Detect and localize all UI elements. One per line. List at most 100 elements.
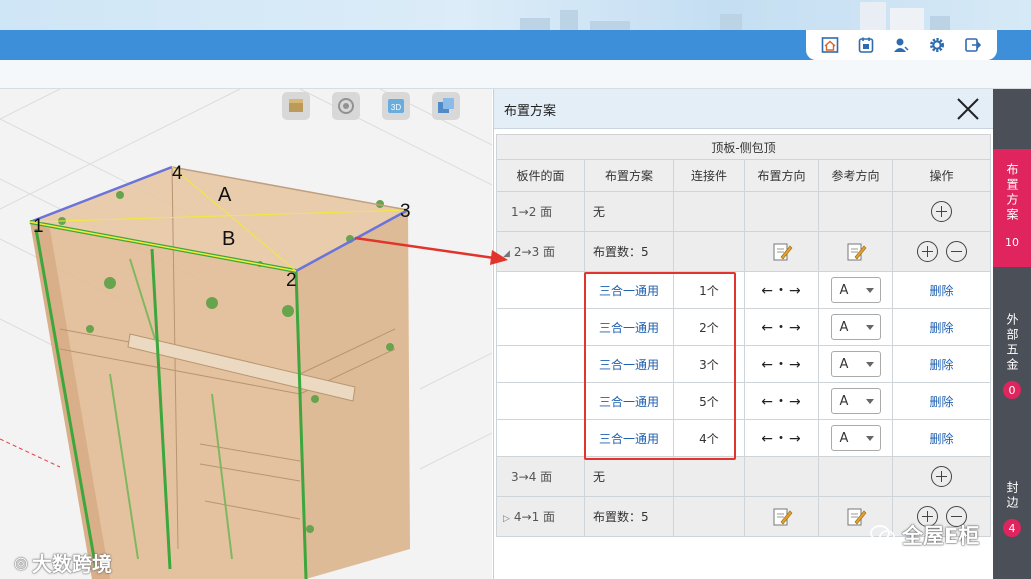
table-row: 三合一通用 2个 ←・→ A 删除 (496, 308, 991, 346)
edit-icon[interactable] (845, 506, 867, 528)
edge-label-a: A (218, 184, 232, 206)
home-icon[interactable] (819, 34, 841, 56)
edit-icon[interactable] (845, 241, 867, 263)
edge-label-b: B (222, 228, 235, 250)
delete-link[interactable]: 删除 (892, 419, 991, 457)
logout-icon[interactable] (962, 34, 984, 56)
col-header-reference: 参考方向 (818, 159, 893, 192)
reference-value: A (839, 430, 849, 446)
connector-scheme-link[interactable]: 三合一通用 (584, 345, 674, 383)
face-scheme: 无 (584, 456, 674, 497)
add-icon[interactable] (931, 201, 952, 222)
delete-link[interactable]: 删除 (892, 271, 991, 309)
reference-select[interactable]: A (830, 388, 881, 414)
user-icon[interactable] (890, 34, 912, 56)
face-label: 2→3 面 (513, 245, 556, 259)
delete-link[interactable]: 删除 (892, 382, 991, 420)
watermark-right: 全屋E柜 (870, 520, 979, 550)
reference-value: A (839, 393, 849, 409)
connector-scheme-link[interactable]: 三合一通用 (584, 308, 674, 346)
reference-select[interactable]: A (830, 277, 881, 303)
close-icon[interactable] (955, 96, 981, 122)
remove-icon[interactable] (945, 241, 967, 262)
sidebar-tab-layout-scheme[interactable]: 布置方案 10 (993, 149, 1031, 267)
3d-icon[interactable]: 3D (382, 92, 410, 120)
reference-select[interactable]: A (830, 351, 881, 377)
direction-arrows: ←・→ (761, 283, 802, 299)
dialog-title: 布置方案 (504, 104, 557, 119)
sub-header (0, 60, 1031, 89)
layers-icon[interactable] (432, 92, 460, 120)
face-label: 4→1 面 (513, 510, 556, 524)
add-icon[interactable] (916, 241, 938, 262)
target-icon[interactable] (332, 92, 360, 120)
connector-count: 5个 (673, 382, 745, 420)
sidebar-tab-label: 封边 (1005, 481, 1019, 511)
connector-scheme-link[interactable]: 三合一通用 (584, 419, 674, 457)
chevron-down-icon (865, 398, 874, 404)
point-label-3: 3 (400, 201, 411, 222)
direction-toggle[interactable]: ←・→ (744, 271, 819, 309)
direction-toggle[interactable]: ←・→ (744, 308, 819, 346)
reference-select[interactable]: A (830, 314, 881, 340)
cabinet-3d-scene: 1 4 3 2 A B (0, 89, 492, 579)
point-label-1: 1 (33, 216, 44, 237)
sidebar-tab-edge-banding[interactable]: 封边 4 (993, 481, 1031, 551)
col-header-connector: 连接件 (673, 159, 745, 192)
col-header-scheme: 布置方案 (584, 159, 674, 192)
connector-scheme-link[interactable]: 三合一通用 (584, 382, 674, 420)
scheme-table: 顶板-侧包顶 板件的面 布置方案 连接件 布置方向 参考方向 操作 1→2 面 … (496, 134, 991, 537)
direction-toggle[interactable]: ←・→ (744, 345, 819, 383)
count-badge: 4 (1003, 519, 1021, 537)
direction-toggle[interactable]: ←・→ (744, 382, 819, 420)
face-expander[interactable]: ◢ 2→3 面 (496, 231, 585, 272)
box-icon[interactable] (282, 92, 310, 120)
reference-value: A (839, 356, 849, 372)
table-caption: 顶板-侧包顶 (496, 134, 991, 160)
top-banner (0, 0, 1031, 30)
col-header-face: 板件的面 (496, 159, 585, 192)
edit-icon[interactable] (771, 506, 793, 528)
dialog-header: 布置方案 (494, 89, 993, 129)
scheme-table-container: 顶板-侧包顶 板件的面 布置方案 连接件 布置方向 参考方向 操作 1→2 面 … (496, 134, 991, 537)
face-label: 1→2 面 (496, 191, 585, 232)
add-icon[interactable] (931, 466, 952, 487)
svg-text:3D: 3D (391, 103, 401, 112)
table-row: 三合一通用 5个 ←・→ A 删除 (496, 382, 991, 420)
watermark-left: ◎ 大数跨境 (14, 548, 112, 577)
face-expander[interactable]: ▷ 4→1 面 (496, 496, 585, 537)
weibo-logo-icon: ◎ (14, 553, 28, 572)
expand-triangle-icon[interactable]: ▷ (503, 514, 510, 524)
face-scheme: 布置数：5 (584, 496, 674, 537)
delete-link[interactable]: 删除 (892, 308, 991, 346)
face-scheme: 布置数：5 (584, 231, 674, 272)
sidebar-tab-label: 外部五金 (1005, 313, 1019, 373)
face-row-1-2: 1→2 面 无 (496, 191, 991, 232)
edit-icon[interactable] (771, 241, 793, 263)
direction-arrows: ←・→ (761, 394, 802, 410)
col-header-direction: 布置方向 (744, 159, 819, 192)
face-scheme: 无 (584, 191, 674, 232)
face-row-3-4: 3→4 面 无 (496, 456, 991, 497)
reference-select[interactable]: A (830, 425, 881, 451)
delete-link[interactable]: 删除 (892, 345, 991, 383)
3d-viewport[interactable]: 1 4 3 2 A B 3D ◎ 大数跨境 (0, 89, 492, 579)
sidebar-tab-external-hardware[interactable]: 外部五金 0 (993, 313, 1031, 423)
col-header-action: 操作 (892, 159, 991, 192)
watermark-left-text: 大数跨境 (31, 552, 112, 576)
collapse-triangle-icon[interactable]: ◢ (503, 249, 510, 259)
point-label-4: 4 (172, 163, 183, 184)
connector-count: 2个 (673, 308, 745, 346)
direction-arrows: ←・→ (761, 357, 802, 373)
reference-value: A (839, 319, 849, 335)
chevron-down-icon (865, 435, 874, 441)
face-row-2-3: ◢ 2→3 面 布置数：5 (496, 231, 991, 272)
connector-scheme-link[interactable]: 三合一通用 (584, 271, 674, 309)
connector-count: 4个 (673, 419, 745, 457)
direction-toggle[interactable]: ←・→ (744, 419, 819, 457)
header-toolbar (806, 30, 997, 60)
count-badge: 10 (1005, 235, 1019, 249)
sidebar-tab-label: 布置方案 (1005, 163, 1019, 223)
gear-icon[interactable] (926, 34, 948, 56)
calendar-icon[interactable] (855, 34, 877, 56)
